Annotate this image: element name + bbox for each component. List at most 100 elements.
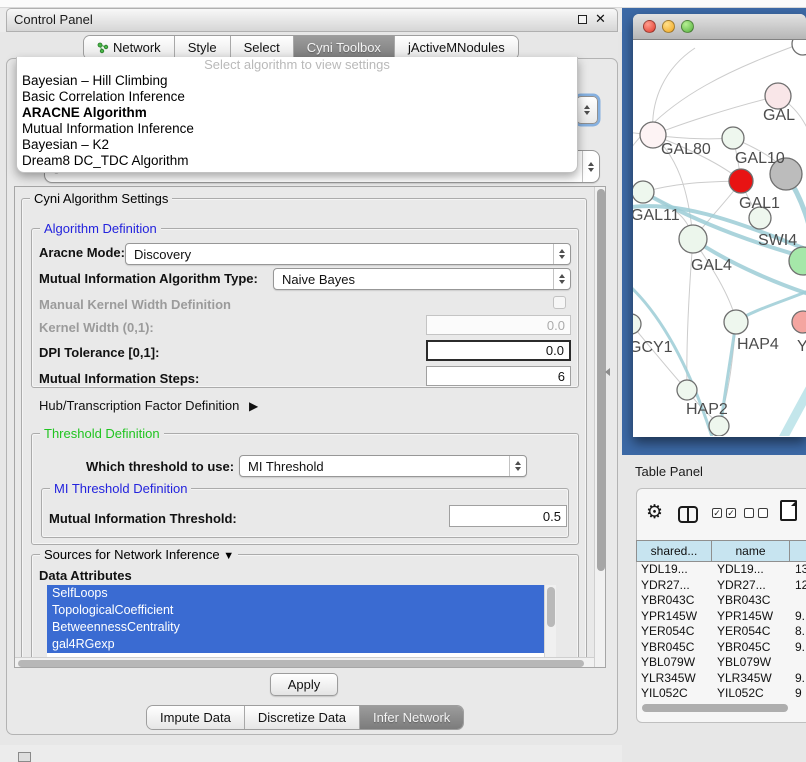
scrollbar-thumb[interactable] — [642, 704, 788, 712]
group-title: MI Threshold Definition — [50, 481, 191, 496]
network-node[interactable] — [722, 127, 744, 149]
node-label: HAP2 — [686, 401, 728, 418]
zoom-window-icon[interactable] — [681, 20, 694, 33]
dropdown-placeholder: Select algorithm to view settings — [17, 57, 577, 73]
network-graph: GAL GAL80 GAL10 GAL1 GAL11 SWI4 GAL4 GCY… — [633, 40, 806, 436]
table-row[interactable]: YBR045C YBR045C 9. — [636, 640, 806, 656]
column-header[interactable]: shared... — [636, 540, 712, 562]
algorithm-option[interactable]: Basic Correlation Inference — [17, 89, 577, 105]
tab-discretize-data[interactable]: Discretize Data — [244, 706, 359, 729]
algorithm-option-selected[interactable]: ARACNE Algorithm — [17, 105, 577, 121]
table-row[interactable]: YDL19... YDL19... 13 — [636, 562, 806, 578]
algorithm-option[interactable]: Mutual Information Inference — [17, 121, 577, 137]
network-node-labels: GAL GAL80 GAL10 GAL1 GAL11 SWI4 GAL4 GCY… — [633, 107, 806, 418]
attribute-item-selected[interactable]: gal4RGexp — [47, 636, 544, 653]
network-node[interactable] — [724, 310, 748, 334]
collapsed-panel-icon[interactable] — [18, 752, 31, 762]
dpi-tolerance-field[interactable]: 0.0 — [426, 340, 571, 361]
algorithm-option[interactable]: Bayesian – Hill Climbing — [17, 73, 577, 89]
apply-button[interactable]: Apply — [270, 673, 338, 696]
table-row[interactable]: YPR145W YPR145W 9. — [636, 609, 806, 625]
tab-style[interactable]: Style — [174, 36, 230, 59]
mi-threshold-label: Mutual Information Threshold: — [49, 511, 237, 526]
tab-infer-network[interactable]: Infer Network — [359, 706, 463, 729]
table-row[interactable]: YDR27... YDR27... 12 — [636, 578, 806, 594]
group-title: Algorithm Definition — [40, 221, 161, 236]
split-pane-handle[interactable] — [605, 368, 610, 376]
settings-horizontal-scrollbar[interactable] — [15, 657, 594, 668]
tab-network[interactable]: Network — [84, 36, 174, 59]
network-node[interactable] — [792, 40, 806, 55]
network-window-titlebar[interactable] — [633, 14, 806, 40]
network-node[interactable] — [709, 416, 729, 436]
list-vertical-scrollbar[interactable] — [544, 585, 556, 657]
mi-steps-field[interactable]: 6 — [426, 366, 571, 386]
bottom-tabbar: Impute Data Discretize Data Infer Networ… — [147, 706, 463, 729]
mi-type-combo[interactable]: Naive Bayes — [273, 268, 571, 290]
network-canvas[interactable]: GAL GAL80 GAL10 GAL1 GAL11 SWI4 GAL4 GCY… — [633, 40, 806, 436]
scrollbar-thumb[interactable] — [18, 660, 584, 667]
which-threshold-label: Which threshold to use: — [86, 459, 234, 474]
float-window-button[interactable] — [578, 15, 587, 24]
table-row[interactable]: YER054C YER054C 8. — [636, 624, 806, 640]
tab-network-label: Network — [113, 40, 161, 55]
table-horizontal-scrollbar[interactable] — [640, 703, 806, 713]
table-panel-title: Table Panel — [635, 464, 703, 479]
file-icon[interactable] — [780, 500, 797, 521]
combo-arrows-icon — [553, 269, 570, 289]
attribute-item-selected[interactable]: BetweennessCentrality — [47, 619, 544, 636]
network-node[interactable] — [765, 83, 791, 109]
attribute-item-selected[interactable]: TopologicalCoefficient — [47, 602, 544, 619]
gear-icon[interactable]: ⚙ — [646, 501, 663, 524]
data-attributes-list: SelfLoops TopologicalCoefficient Between… — [47, 585, 556, 657]
control-panel-titlebar — [6, 8, 618, 32]
minimize-window-icon[interactable] — [662, 20, 675, 33]
settings-vertical-scrollbar[interactable] — [594, 187, 606, 668]
table-header-row: shared... name A — [636, 540, 806, 562]
node-label: GAL — [763, 107, 795, 124]
combo-arrows-icon — [553, 244, 570, 264]
which-threshold-combo[interactable]: MI Threshold — [239, 455, 527, 477]
columns-icon[interactable] — [678, 506, 698, 523]
group-title: Cyni Algorithm Settings — [30, 191, 172, 206]
node-table: shared... name A YDL19... YDL19... 13 YD… — [636, 540, 806, 698]
node-label: HAP4 — [737, 336, 779, 353]
checked-checkbox-icon[interactable]: ✓ — [712, 508, 722, 518]
column-header[interactable]: A — [790, 540, 806, 562]
tab-cyni-toolbox[interactable]: Cyni Toolbox — [293, 36, 394, 59]
network-node[interactable] — [679, 225, 707, 253]
close-window-icon[interactable] — [643, 20, 656, 33]
network-node-selected[interactable] — [729, 169, 753, 193]
table-row[interactable]: YBR043C YBR043C — [636, 593, 806, 609]
scrollbar-thumb[interactable] — [547, 587, 555, 627]
unchecked-checkbox-icon[interactable] — [758, 508, 768, 518]
network-node[interactable] — [677, 380, 697, 400]
unchecked-checkbox-icon[interactable] — [744, 508, 754, 518]
tab-jactivemnodules[interactable]: jActiveMNodules — [394, 36, 518, 59]
network-node[interactable] — [633, 181, 654, 203]
algorithm-option[interactable]: Bayesian – K2 — [17, 137, 577, 153]
algorithm-combo-button[interactable] — [576, 96, 598, 124]
network-node[interactable] — [792, 311, 806, 333]
hub-definition-expander[interactable]: Hub/Transcription Factor Definition ▶ — [39, 398, 258, 413]
network-node[interactable] — [633, 314, 641, 334]
table-row[interactable]: YLR345W YLR345W 9. — [636, 671, 806, 687]
algorithm-option[interactable]: Dream8 DC_TDC Algorithm — [17, 153, 577, 169]
attribute-item-selected[interactable]: SelfLoops — [47, 585, 544, 602]
combo-arrows-icon — [509, 456, 526, 476]
network-node[interactable] — [789, 247, 806, 275]
table-body: YDL19... YDL19... 13 YDR27... YDR27... 1… — [636, 562, 806, 698]
close-panel-button[interactable]: ✕ — [595, 11, 606, 27]
control-panel-title: Control Panel — [14, 12, 93, 27]
table-row[interactable]: YBL079W YBL079W — [636, 655, 806, 671]
tab-impute-data[interactable]: Impute Data — [147, 706, 244, 729]
top-strip — [0, 0, 806, 8]
tab-select[interactable]: Select — [230, 36, 293, 59]
aracne-mode-combo[interactable]: Discovery — [125, 243, 571, 265]
scrollbar-thumb[interactable] — [597, 189, 605, 571]
down-triangle-icon[interactable]: ▼ — [223, 550, 234, 562]
mi-threshold-field[interactable]: 0.5 — [449, 505, 567, 527]
table-row[interactable]: YIL052C YIL052C 9 — [636, 686, 806, 698]
checked-checkbox-icon[interactable]: ✓ — [726, 508, 736, 518]
column-header[interactable]: name — [712, 540, 790, 562]
